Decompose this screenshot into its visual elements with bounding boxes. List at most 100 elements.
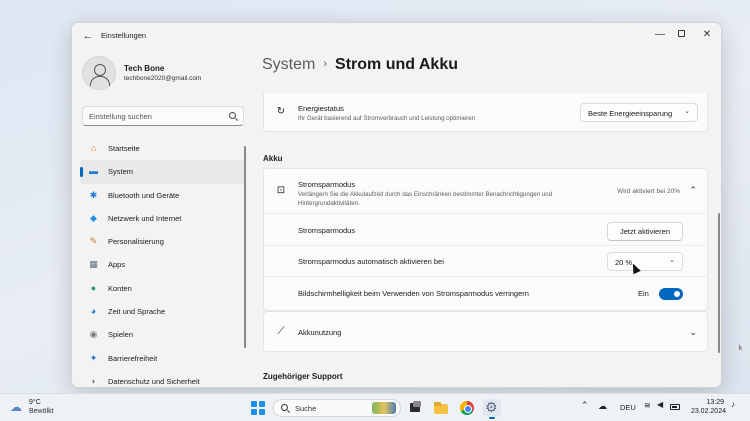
battery-saver-subtitle: Verlängern Sie die Akkulaufzeit durch da… xyxy=(298,191,553,207)
wifi-icon[interactable]: ≋ xyxy=(644,401,651,410)
home-icon: ⌂ xyxy=(90,143,97,153)
taskbar: ☁ 9°C Bewölkt Suche ⌃ ☁ DEU ≋ ◀ 13:29 23… xyxy=(0,393,750,421)
page-title: Strom und Akku xyxy=(335,56,458,73)
akku-section-label: Akku xyxy=(263,154,283,163)
sidebar-item-account[interactable]: ● Konten xyxy=(80,277,245,300)
notification-bell-icon[interactable]: ♪ xyxy=(731,400,735,409)
sidebar-item-label: Konten xyxy=(108,283,132,293)
maximize-icon xyxy=(677,30,685,37)
settings-app-icon[interactable] xyxy=(483,399,501,419)
tray-overflow-chevron-icon[interactable]: ⌃ xyxy=(581,400,589,411)
main-scrollbar[interactable] xyxy=(718,213,720,353)
chevron-up-icon: ⌃ xyxy=(689,185,697,195)
sidebar-item-label: Bluetooth und Geräte xyxy=(108,190,180,200)
sidebar-item-shield[interactable]: ◗ Datenschutz und Sicherheit xyxy=(80,370,245,387)
chevron-down-icon: ⌄ xyxy=(684,108,690,115)
chart-icon: ⟋ xyxy=(277,326,285,337)
taskbar-search[interactable]: Suche xyxy=(273,399,401,417)
battery-saver-title: Stromsparmodus xyxy=(298,180,356,189)
minimize-button[interactable]: — xyxy=(649,26,671,44)
taskbar-search-text: Suche xyxy=(295,404,317,413)
sidebar-scrollbar[interactable] xyxy=(244,146,246,348)
battery-saver-header[interactable]: ⊡ Stromsparmodus Verlängern Sie die Akku… xyxy=(264,169,707,214)
sidebar-item-wifi[interactable]: ◆ Netzwerk und Internet xyxy=(80,207,245,230)
onedrive-icon[interactable]: ☁ xyxy=(598,401,607,412)
sidebar-item-label: Netzwerk und Internet xyxy=(108,213,182,223)
monitor-icon: ▬ xyxy=(89,166,98,177)
brightness-toggle-label: Ein xyxy=(638,289,649,298)
avatar-icon xyxy=(82,56,116,90)
chevron-down-icon: ⌄ xyxy=(669,257,675,264)
arrow-left-icon: ← xyxy=(82,30,94,42)
breadcrumb-parent[interactable]: System xyxy=(262,56,315,73)
apps-icon: ▦ xyxy=(89,259,98,270)
start-button[interactable] xyxy=(249,399,267,417)
task-view-icon[interactable] xyxy=(406,399,424,417)
sidebar-item-globe-clock[interactable]: ◕ Zeit und Sprache xyxy=(80,300,245,323)
search-placeholder: Einstellung suchen xyxy=(89,112,152,121)
battery-saver-activate-label: Stromsparmodus xyxy=(298,226,356,235)
sidebar-item-bluetooth[interactable]: ✱ Bluetooth und Geräte xyxy=(80,184,245,207)
gamepad-icon: ◉ xyxy=(89,329,98,340)
auto-threshold-dropdown[interactable]: 20 % ⌄ xyxy=(607,252,683,271)
brightness-toggle[interactable] xyxy=(659,288,683,300)
sidebar-item-label: Barrierefreiheit xyxy=(108,353,158,363)
desktop-edge-text: k xyxy=(738,345,743,352)
sidebar-item-label: Zeit und Sprache xyxy=(108,307,166,317)
search-highlight-icon xyxy=(372,402,396,414)
cloud-icon: ☁ xyxy=(10,400,22,414)
sidebar-item-gamepad[interactable]: ◉ Spielen xyxy=(80,323,245,346)
battery-icon[interactable] xyxy=(670,404,680,410)
language-indicator[interactable]: DEU xyxy=(620,403,636,412)
activate-now-button[interactable]: Jetzt aktivieren xyxy=(607,222,683,241)
energy-leaf-icon: ↻ xyxy=(276,106,286,117)
breadcrumb-separator: › xyxy=(323,58,328,70)
close-button[interactable]: ✕ xyxy=(696,26,718,44)
battery-saver-auto-label: Stromsparmodus automatisch aktivieren be… xyxy=(298,257,444,266)
settings-search-input[interactable]: Einstellung suchen xyxy=(82,106,244,126)
maximize-button[interactable] xyxy=(670,26,692,44)
battery-saver-expander: ⊡ Stromsparmodus Verlängern Sie die Akku… xyxy=(263,168,708,311)
shield-icon: ◗ xyxy=(90,375,97,386)
sidebar-item-label: Datenschutz und Sicherheit xyxy=(108,376,200,386)
energy-status-subtitle: Ihr Gerät basierend auf Stromverbrauch u… xyxy=(298,115,476,122)
minimize-icon: — xyxy=(655,29,665,40)
profile-name: Tech Bone xyxy=(124,64,165,73)
sidebar-item-label: Spielen xyxy=(108,330,134,340)
profile-email: techbone2020@gmail.com xyxy=(124,75,202,82)
sidebar-item-home[interactable]: ⌂ Startseite xyxy=(80,137,245,160)
brightness-row: Bildschirmhelligkeit beim Verwenden von … xyxy=(264,277,707,311)
wifi-icon: ◆ xyxy=(90,212,97,223)
sidebar-item-brush[interactable]: ✎ Personalisierung xyxy=(80,230,245,253)
close-icon: ✕ xyxy=(702,29,712,40)
support-section-label: Zugehöriger Support xyxy=(263,372,343,381)
weather-temperature: 9°C xyxy=(29,399,41,406)
search-icon xyxy=(281,404,288,411)
energy-status-card: ↻ Energiestatus Ihr Gerät basierend auf … xyxy=(263,93,708,132)
energy-mode-dropdown[interactable]: Beste Energieeinsparung ⌄ xyxy=(580,103,698,122)
sidebar-item-accessibility[interactable]: ✦ Barrierefreiheit xyxy=(80,347,245,370)
accessibility-icon: ✦ xyxy=(89,352,98,363)
windows-logo-icon xyxy=(251,401,258,408)
energy-mode-value: Beste Energieeinsparung xyxy=(588,109,673,118)
weather-description: Bewölkt xyxy=(29,408,54,415)
chrome-icon[interactable] xyxy=(458,399,476,417)
sidebar-item-apps[interactable]: ▦ Apps xyxy=(80,253,245,276)
battery-saver-icon: ⊡ xyxy=(276,185,286,196)
brightness-label: Bildschirmhelligkeit beim Verwenden von … xyxy=(298,289,529,298)
settings-window: ← Einstellungen — ✕ Tech Bone techbone20… xyxy=(71,22,722,388)
battery-saver-activate-row: Stromsparmodus Jetzt aktivieren xyxy=(264,215,707,246)
speaker-icon[interactable]: ◀ xyxy=(657,400,663,409)
search-icon xyxy=(229,112,236,119)
breadcrumb: System › Strom und Akku xyxy=(262,56,458,74)
sidebar-item-label: Personalisierung xyxy=(108,237,164,247)
back-button[interactable]: ← xyxy=(80,28,96,44)
file-explorer-icon[interactable] xyxy=(432,399,450,417)
sidebar-nav: ⌂ Startseite ▬ System ✱ Bluetooth und Geräte ◆… xyxy=(80,137,245,387)
sidebar-item-label: System xyxy=(108,167,134,177)
energy-status-title: Energiestatus xyxy=(298,104,344,113)
user-profile[interactable]: Tech Bone techbone2020@gmail.com xyxy=(82,55,247,95)
battery-usage-card[interactable]: ⟋ Akkunutzung ⌄ xyxy=(263,311,708,352)
sidebar-item-monitor[interactable]: ▬ System xyxy=(80,160,245,184)
battery-saver-status: Wird aktiviert bei 20% xyxy=(617,188,680,195)
